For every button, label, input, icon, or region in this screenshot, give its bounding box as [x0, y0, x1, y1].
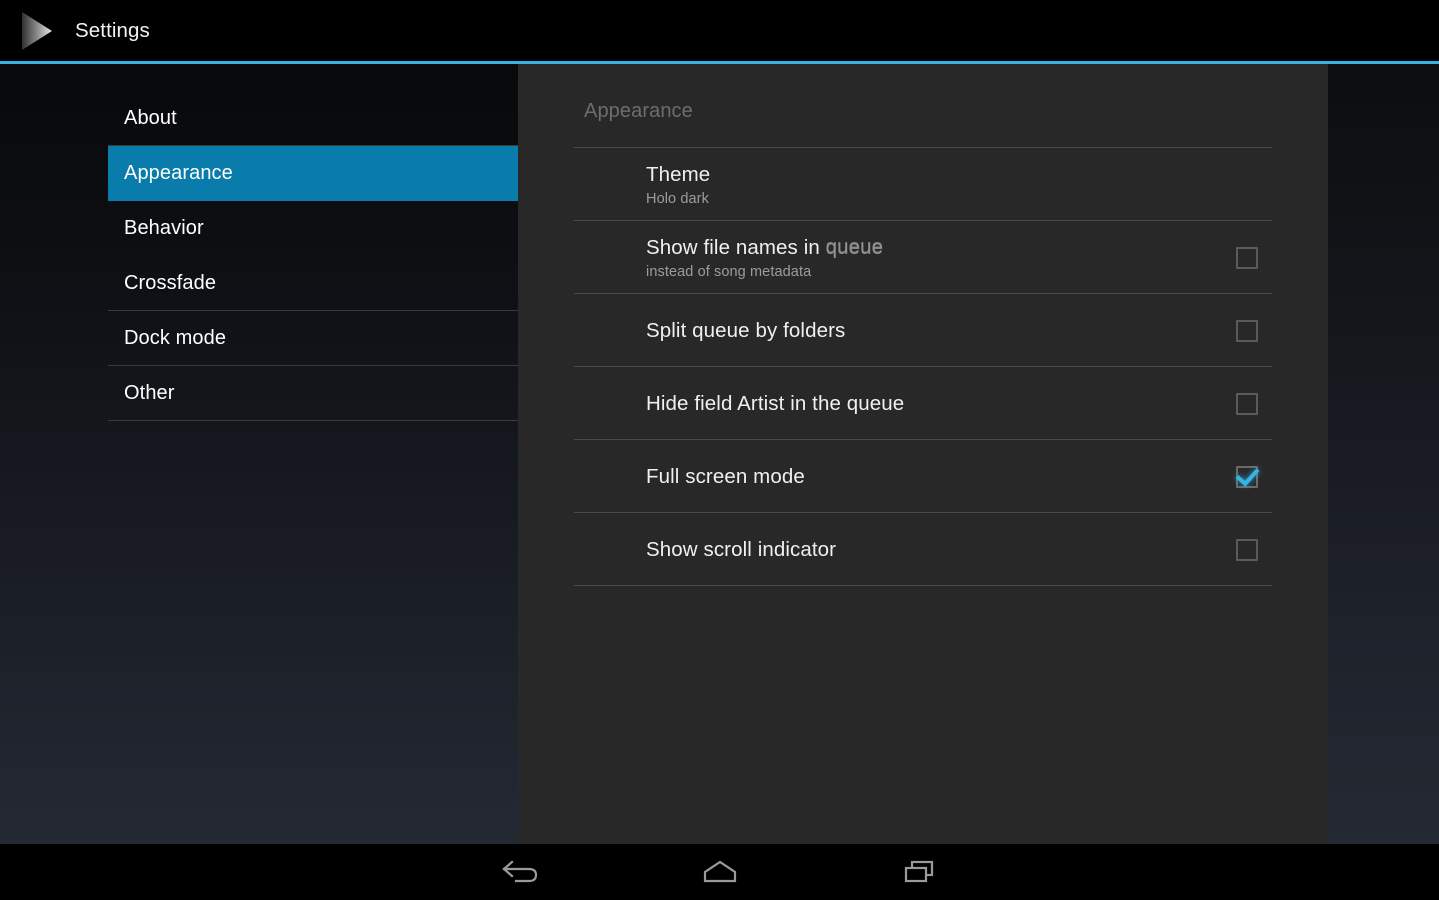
pref-checkbox[interactable]: [1236, 392, 1258, 415]
pref-title: Show scroll indicator: [646, 538, 837, 561]
recents-icon[interactable]: [890, 852, 950, 892]
pref-texts: Full screen mode: [646, 464, 1236, 489]
action-bar: Settings: [0, 0, 1439, 61]
pref-title: Theme: [646, 163, 711, 186]
pref-title: Split queue by folders: [646, 319, 846, 342]
play-triangle-icon[interactable]: [14, 8, 60, 54]
pref-texts: Show scroll indicator: [646, 537, 1236, 562]
divider: [574, 585, 1272, 586]
pref-checkbox[interactable]: [1236, 465, 1258, 488]
sidebar-item-label: Dock mode: [124, 327, 227, 349]
pref-row-hide-field-artist[interactable]: Hide field Artist in the queue: [518, 367, 1328, 440]
sidebar-item-label: Behavior: [124, 217, 204, 239]
pref-row-show-file-names-in-queue[interactable]: Show file names in queue instead of song…: [518, 221, 1328, 294]
preferences-list: Theme Holo dark Show file names in queue…: [518, 148, 1328, 586]
pref-row-full-screen-mode[interactable]: Full screen mode: [518, 440, 1328, 513]
pref-title: Show file names in queue: [646, 235, 1236, 260]
pref-row-theme[interactable]: Theme Holo dark: [518, 148, 1328, 221]
sidebar-item-label: Appearance: [124, 162, 233, 184]
pref-texts: Show file names in queue instead of song…: [646, 235, 1236, 280]
content-area: About Appearance Behavior Crossfade Dock…: [0, 64, 1439, 844]
back-icon[interactable]: [490, 852, 550, 892]
pref-texts: Hide field Artist in the queue: [646, 391, 1236, 416]
pref-title-part-b: queue: [825, 236, 884, 259]
pref-texts: Theme Holo dark: [646, 162, 1272, 207]
system-nav-buttons: [490, 852, 950, 892]
system-navigation-bar: [0, 844, 1439, 900]
pref-subtitle: Holo dark: [646, 191, 709, 207]
sidebar-item-appearance[interactable]: Appearance: [108, 146, 518, 201]
pref-checkbox[interactable]: [1236, 538, 1258, 561]
sidebar-item-behavior[interactable]: Behavior: [108, 201, 518, 256]
divider: [108, 420, 518, 421]
pref-checkbox[interactable]: [1236, 246, 1258, 269]
pref-checkbox[interactable]: [1236, 319, 1258, 342]
pref-row-show-scroll-indicator[interactable]: Show scroll indicator: [518, 513, 1328, 586]
pref-texts: Split queue by folders: [646, 318, 1236, 343]
pref-title-part-a: Show file names in: [646, 236, 826, 259]
home-icon[interactable]: [690, 852, 750, 892]
pref-title: Full screen mode: [646, 465, 805, 488]
sidebar-item-other[interactable]: Other: [108, 366, 518, 421]
sidebar-item-label: Other: [124, 382, 175, 404]
sidebar-item-dock-mode[interactable]: Dock mode: [108, 311, 518, 366]
pref-subtitle: instead of song metadata: [646, 264, 812, 280]
sidebar-item-label: About: [124, 107, 177, 129]
sidebar-item-crossfade[interactable]: Crossfade: [108, 256, 518, 311]
action-bar-title: Settings: [75, 18, 150, 42]
preferences-header: Appearance: [584, 100, 693, 122]
pref-title: Hide field Artist in the queue: [646, 392, 905, 415]
sidebar-item-about[interactable]: About: [108, 91, 518, 146]
preferences-panel: Appearance Theme Holo dark Show file nam…: [518, 64, 1328, 844]
settings-headers-pane: About Appearance Behavior Crossfade Dock…: [0, 64, 518, 844]
app-screen: Settings About Appearance Behavior Cross…: [0, 0, 1439, 900]
pref-row-split-queue-by-folders[interactable]: Split queue by folders: [518, 294, 1328, 367]
sidebar-item-label: Crossfade: [124, 272, 217, 294]
